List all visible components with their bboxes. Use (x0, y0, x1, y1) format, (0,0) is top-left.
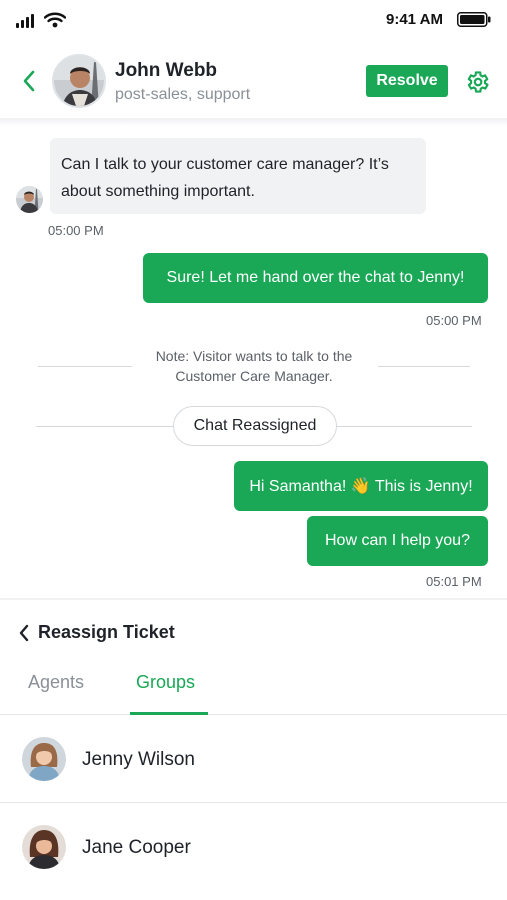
outgoing-message: Sure! Let me hand over the chat to Jenny… (143, 253, 488, 303)
incoming-message: Can I talk to your customer care manager… (50, 138, 426, 214)
chevron-left-icon (19, 624, 29, 641)
contact-photo (54, 56, 104, 106)
message-timestamp: 05:00 PM (426, 313, 482, 328)
avatar (22, 737, 66, 781)
tab-agents[interactable]: Agents (28, 672, 84, 693)
contact-avatar[interactable] (52, 54, 106, 108)
sender-avatar (16, 186, 43, 213)
reassign-back-button[interactable]: Reassign Ticket (18, 622, 175, 643)
back-arrow-icon (23, 70, 35, 92)
signal-icon (16, 14, 34, 28)
sender-photo (16, 186, 43, 213)
gear-icon[interactable] (464, 69, 490, 95)
back-button[interactable] (14, 66, 44, 96)
agent-name: Jenny Wilson (82, 749, 195, 770)
visitor-note: Note: Visitor wants to talk to the Custo… (155, 348, 353, 384)
list-item[interactable]: Jane Cooper (0, 803, 507, 891)
contact-tags: post-sales, support (115, 86, 251, 103)
wifi-icon (44, 12, 66, 28)
resolve-button[interactable]: Resolve (366, 65, 448, 97)
chat-header: John Webb post-sales, support Resolve (0, 44, 507, 120)
message-timestamp: 05:00 PM (48, 223, 104, 238)
tab-groups[interactable]: Groups (136, 672, 195, 693)
header-shadow (0, 118, 507, 126)
note-divider-left (38, 366, 132, 367)
event-divider-left (36, 426, 173, 427)
status-icons (16, 12, 66, 28)
jane-cooper-photo (22, 825, 66, 869)
status-bar: 9:41 AM (0, 0, 507, 40)
event-divider-right (337, 426, 472, 427)
message-timestamp: 05:01 PM (426, 574, 482, 589)
agent-name: Jane Cooper (82, 837, 191, 858)
outgoing-message: How can I help you? (307, 516, 488, 566)
panel-divider (0, 598, 507, 600)
status-time: 9:41 AM (386, 11, 443, 28)
avatar (22, 825, 66, 869)
chat-reassigned-event: Chat Reassigned (173, 406, 337, 446)
jenny-wilson-photo (22, 737, 66, 781)
battery-icon (457, 12, 491, 27)
outgoing-message: Hi Samantha! 👋 This is Jenny! (234, 461, 488, 511)
note-divider-right (378, 366, 470, 367)
list-item[interactable]: Jenny Wilson (0, 715, 507, 803)
contact-name: John Webb (115, 60, 218, 81)
reassign-title: Reassign Ticket (38, 622, 175, 642)
